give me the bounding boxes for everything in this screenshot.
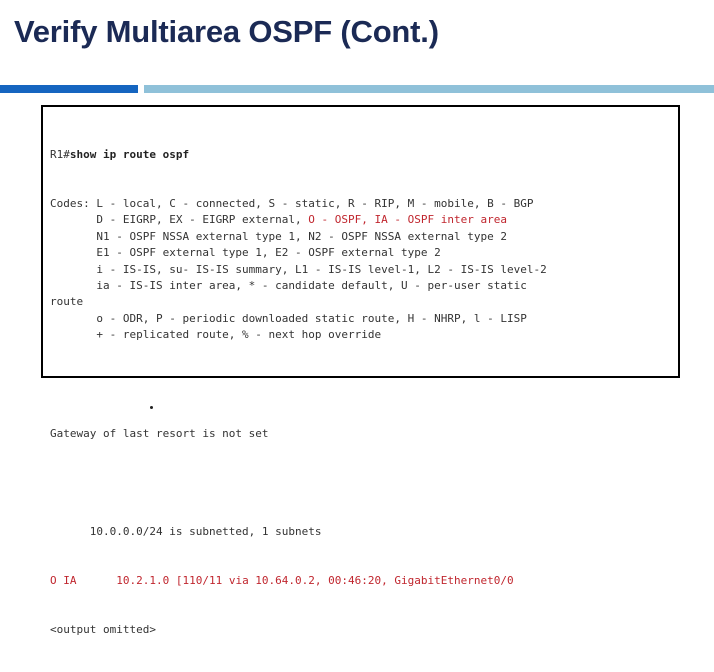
codes-text: ia - IS-IS inter area, * - candidate def…: [50, 278, 527, 292]
codes-text: N1 - OSPF NSSA external type 1, N2 - OSP…: [50, 229, 507, 243]
output-omitted: <output omitted>: [50, 623, 156, 637]
codes-line: N1 - OSPF NSSA external type 1, N2 - OSP…: [50, 229, 547, 245]
accent-bar-dark: [0, 85, 138, 93]
route-entry: O IA 10.2.1.0 [110/11 via 10.64.0.2, 00:…: [50, 573, 547, 589]
codes-legend: Codes: L - local, C - connected, S - sta…: [50, 196, 547, 344]
codes-text: route: [50, 295, 84, 309]
codes-text: Codes: L - local, C - connected, S - sta…: [50, 197, 534, 211]
codes-text: + - replicated route, % - next hop overr…: [50, 328, 382, 342]
accent-bar-light: [144, 85, 714, 93]
codes-line: o - ODR, P - periodic downloaded static …: [50, 311, 547, 327]
route-detail: 10.2.1.0 [110/11 via 10.64.0.2, 00:46:20…: [76, 574, 514, 588]
slide-title: Verify Multiarea OSPF (Cont.): [14, 14, 439, 49]
codes-line: D - EIGRP, EX - EIGRP external, O - OSPF…: [50, 212, 547, 228]
codes-line: Codes: L - local, C - connected, S - sta…: [50, 196, 547, 212]
codes-line: ia - IS-IS inter area, * - candidate def…: [50, 278, 547, 294]
terminal-output-box: R1#show ip route ospf Codes: L - local, …: [41, 105, 680, 636]
command: show ip route ospf: [69, 147, 190, 161]
command-line: R1#show ip route ospf: [50, 147, 547, 163]
codes-line: route: [50, 294, 547, 310]
codes-highlight: O - OSPF, IA - OSPF inter area: [308, 213, 507, 227]
codes-text: E1 - OSPF external type 1, E2 - OSPF ext…: [50, 246, 441, 260]
codes-line: i - IS-IS, su- IS-IS summary, L1 - IS-IS…: [50, 262, 547, 278]
bullet-dot: [150, 406, 153, 409]
codes-text: o - ODR, P - periodic downloaded static …: [50, 311, 527, 325]
subnet-line: 10.0.0.0/24 is subnetted, 1 subnets: [50, 524, 322, 538]
codes-line: + - replicated route, % - next hop overr…: [50, 327, 547, 343]
prompt: R1#: [50, 147, 70, 161]
gateway-line: Gateway of last resort is not set: [50, 426, 269, 440]
codes-line: E1 - OSPF external type 1, E2 - OSPF ext…: [50, 245, 547, 261]
route-code: O IA: [50, 574, 77, 588]
codes-text: D - EIGRP, EX - EIGRP external,: [50, 213, 309, 227]
codes-text: i - IS-IS, su- IS-IS summary, L1 - IS-IS…: [50, 262, 547, 276]
terminal-lines: R1#show ip route ospf Codes: L - local, …: [50, 114, 547, 672]
